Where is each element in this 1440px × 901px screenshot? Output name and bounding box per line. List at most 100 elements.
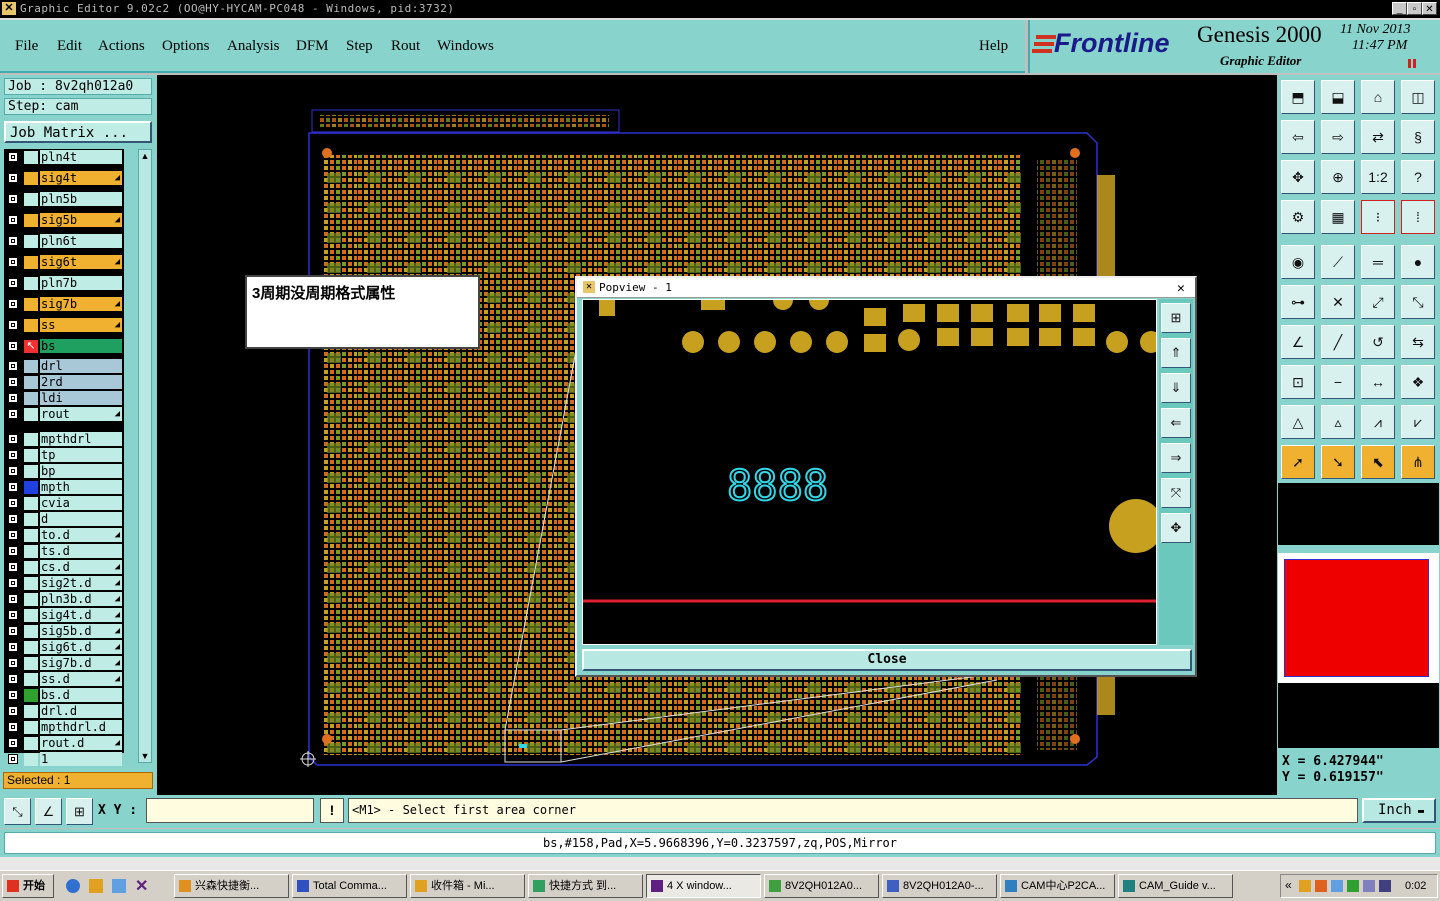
layer-color-swatch[interactable] bbox=[24, 433, 38, 446]
menu-rout[interactable]: Rout bbox=[391, 38, 420, 55]
layer-checkbox[interactable] bbox=[8, 626, 18, 636]
layer-checkbox[interactable] bbox=[8, 594, 18, 604]
layer-color-swatch[interactable] bbox=[24, 577, 38, 590]
tray-icon[interactable] bbox=[1299, 880, 1311, 892]
taskbar-item[interactable]: 快捷方式 到... bbox=[528, 874, 643, 898]
layer-row[interactable]: pln5b bbox=[4, 192, 124, 207]
menu-edit[interactable]: Edit bbox=[57, 38, 82, 55]
node-icon[interactable]: ⊶ bbox=[1281, 285, 1315, 319]
layer-color-swatch[interactable] bbox=[24, 449, 38, 462]
layer-color-swatch[interactable] bbox=[24, 689, 38, 702]
layer-checkbox[interactable] bbox=[8, 658, 18, 668]
layer-checkbox[interactable] bbox=[8, 738, 18, 748]
layer-color-swatch[interactable] bbox=[24, 193, 38, 206]
layer-name[interactable]: sig7b ◢ bbox=[40, 297, 122, 311]
layer-checkbox[interactable] bbox=[8, 409, 18, 419]
pointer3-icon[interactable]: ⬉ bbox=[1361, 445, 1395, 479]
layer-color-swatch[interactable] bbox=[24, 721, 38, 734]
layer-name[interactable]: rout.d ◢ bbox=[40, 736, 122, 750]
layer-checkbox[interactable] bbox=[8, 706, 18, 716]
overview-map[interactable] bbox=[1278, 553, 1439, 683]
tray-icon[interactable] bbox=[1379, 880, 1391, 892]
folder-icon[interactable] bbox=[89, 879, 103, 893]
layer-row[interactable]: sig5b ◢ bbox=[4, 213, 124, 228]
layer-checkbox[interactable] bbox=[8, 642, 18, 652]
layer-name[interactable]: drl bbox=[40, 359, 122, 373]
layer-row[interactable]: pln7b bbox=[4, 276, 124, 291]
layer-color-swatch[interactable]: ↖ bbox=[24, 340, 38, 353]
popview-zoom-in-icon[interactable]: ⤧ bbox=[1161, 478, 1191, 508]
angle-icon[interactable]: ∠ bbox=[1281, 325, 1315, 359]
layer-name[interactable]: ss ◢ bbox=[40, 318, 122, 332]
taskbar-item[interactable]: 兴森快捷衡... bbox=[174, 874, 289, 898]
layer-name[interactable]: sig6t.d ◢ bbox=[40, 640, 122, 654]
move-icon[interactable]: ⊡ bbox=[1281, 365, 1315, 399]
layer-name[interactable]: sig5b.d ◢ bbox=[40, 624, 122, 638]
popview-canvas[interactable]: 8888 bbox=[582, 299, 1157, 645]
popview-zoom-icon[interactable]: ⊞ bbox=[1161, 303, 1191, 333]
arch2-icon[interactable]: ⩗ bbox=[1401, 405, 1435, 439]
layer-row[interactable]: cs.d ◢ bbox=[4, 560, 124, 575]
layer-checkbox[interactable] bbox=[8, 610, 18, 620]
arrow-left-icon[interactable]: ⇦ bbox=[1281, 120, 1315, 154]
layer-color-swatch[interactable] bbox=[24, 235, 38, 248]
tray-icon[interactable] bbox=[1347, 880, 1359, 892]
layer-color-swatch[interactable] bbox=[24, 737, 38, 750]
layer-name[interactable]: 1 bbox=[40, 752, 122, 766]
house-icon[interactable]: ⌂ bbox=[1361, 80, 1395, 114]
layer-row[interactable]: sig2t.d ◢ bbox=[4, 576, 124, 591]
layer-row[interactable]: 1 bbox=[4, 752, 124, 767]
tray-icon[interactable] bbox=[1315, 880, 1327, 892]
layer-checkbox[interactable] bbox=[8, 514, 18, 524]
tray-expand-icon[interactable]: « bbox=[1285, 878, 1292, 892]
layer-color-swatch[interactable] bbox=[24, 609, 38, 622]
layer-checkbox[interactable] bbox=[8, 194, 18, 204]
layer-name[interactable]: ts.d bbox=[40, 544, 122, 558]
help-icon[interactable]: ? bbox=[1401, 160, 1435, 194]
layer-color-swatch[interactable] bbox=[24, 625, 38, 638]
layer-color-swatch[interactable] bbox=[24, 529, 38, 542]
dimension-icon[interactable]: ↔ bbox=[1361, 365, 1395, 399]
layer-name[interactable]: to.d ◢ bbox=[40, 528, 122, 542]
menu-options[interactable]: Options bbox=[162, 38, 210, 55]
cross-icon[interactable]: ✕ bbox=[1321, 285, 1355, 319]
layer-checkbox[interactable] bbox=[8, 690, 18, 700]
taskbar-item[interactable]: 8V2QH012A0-... bbox=[882, 874, 997, 898]
start-button[interactable]: 开始 bbox=[2, 874, 54, 898]
fit-icon[interactable]: ✥ bbox=[1281, 160, 1315, 194]
layer-row[interactable]: bp bbox=[4, 464, 124, 479]
layer-color-swatch[interactable] bbox=[24, 753, 38, 766]
layer-color-swatch[interactable] bbox=[24, 172, 38, 185]
layer-row[interactable]: d bbox=[4, 512, 124, 527]
taskbar-item[interactable]: CAM中心P2CA... bbox=[1000, 874, 1115, 898]
center-icon[interactable]: ⊕ bbox=[1321, 160, 1355, 194]
layers-alt-icon[interactable]: ⁞ bbox=[1401, 200, 1435, 234]
layer-name[interactable]: sig2t.d ◢ bbox=[40, 576, 122, 590]
layer-color-swatch[interactable] bbox=[24, 408, 38, 421]
layer-name[interactable]: bs.d bbox=[40, 688, 122, 702]
arrow-right-icon[interactable]: ⇨ bbox=[1321, 120, 1355, 154]
popview-close-icon[interactable]: ✕ bbox=[1177, 279, 1185, 298]
layer-row[interactable]: pln3b.d ◢ bbox=[4, 592, 124, 607]
ie-icon[interactable] bbox=[66, 879, 80, 893]
layer-name[interactable]: bs bbox=[40, 339, 122, 353]
grid-icon[interactable]: ▦ bbox=[1321, 200, 1355, 234]
cluster-icon[interactable]: ❖ bbox=[1401, 365, 1435, 399]
minus-icon[interactable]: − bbox=[1321, 365, 1355, 399]
menu-step[interactable]: Step bbox=[346, 38, 373, 55]
layer-name[interactable]: tp bbox=[40, 448, 122, 462]
layer-row[interactable]: sig7b.d ◢ bbox=[4, 656, 124, 671]
layer-checkbox[interactable] bbox=[8, 434, 18, 444]
layer-name[interactable]: cvia bbox=[40, 496, 122, 510]
layer-row[interactable]: mpth bbox=[4, 480, 124, 495]
layer-checkbox[interactable] bbox=[8, 562, 18, 572]
layer-checkbox[interactable] bbox=[8, 393, 18, 403]
layer-checkbox[interactable] bbox=[8, 152, 18, 162]
taskbar-item[interactable]: CAM_Guide v... bbox=[1118, 874, 1233, 898]
tray-icon[interactable] bbox=[1363, 880, 1375, 892]
layer-name[interactable]: sig4t.d ◢ bbox=[40, 608, 122, 622]
layer-color-swatch[interactable] bbox=[24, 673, 38, 686]
layer-name[interactable]: bp bbox=[40, 464, 122, 478]
layer-color-swatch[interactable] bbox=[24, 256, 38, 269]
layer-name[interactable]: rout ◢ bbox=[40, 407, 122, 421]
